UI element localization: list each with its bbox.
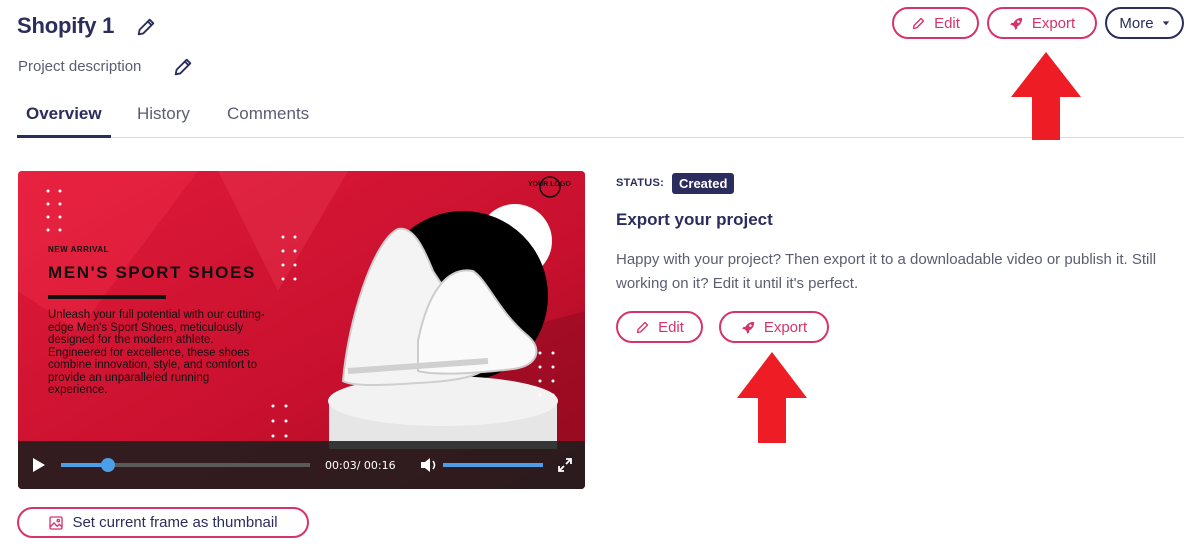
project-description: Project description bbox=[18, 58, 142, 75]
seek-bar[interactable] bbox=[61, 458, 310, 472]
ad-body-text: Unleash your full potential with our cut… bbox=[48, 309, 265, 396]
header-edit-label: Edit bbox=[934, 14, 960, 32]
header-export-label: Export bbox=[1031, 14, 1076, 32]
play-icon[interactable] bbox=[32, 457, 46, 473]
time-display: 00:03/ 00:16 bbox=[325, 459, 396, 472]
ad-divider bbox=[48, 295, 166, 299]
project-title: Shopify 1 bbox=[17, 13, 115, 38]
tab-comments[interactable]: Comments bbox=[227, 104, 309, 138]
rocket-icon bbox=[742, 321, 754, 334]
ad-logo-text: YOUR LOGO bbox=[528, 181, 571, 188]
status-badge: Created bbox=[672, 173, 735, 194]
panel-export-label: Export bbox=[763, 318, 808, 336]
ad-headline: MEN'S SPORT SHOES bbox=[48, 263, 256, 282]
panel-edit-button[interactable]: Edit bbox=[616, 311, 703, 343]
volume-level bbox=[443, 463, 543, 467]
up-arrow bbox=[737, 352, 807, 443]
edit-description-pencil-icon[interactable] bbox=[172, 56, 194, 78]
volume-icon[interactable] bbox=[420, 457, 438, 473]
fullscreen-icon[interactable] bbox=[557, 457, 573, 473]
tab-overview[interactable]: Overview bbox=[17, 104, 111, 138]
rocket-icon bbox=[1010, 17, 1022, 30]
up-arrow bbox=[1011, 52, 1081, 140]
seek-handle[interactable] bbox=[100, 458, 115, 472]
ad-eyebrow: NEW ARRIVAL bbox=[48, 245, 110, 254]
more-dropdown-button[interactable]: More bbox=[1105, 7, 1184, 39]
volume-slider[interactable] bbox=[443, 463, 543, 467]
more-label: More bbox=[1119, 14, 1154, 32]
export-description: Happy with your project? Then export it … bbox=[616, 251, 1157, 292]
header-edit-button[interactable]: Edit bbox=[892, 7, 979, 39]
set-thumbnail-button[interactable]: Set current frame as thumbnail bbox=[17, 507, 309, 538]
image-icon bbox=[49, 515, 64, 530]
header-export-button[interactable]: Export bbox=[987, 7, 1097, 39]
tab-history[interactable]: History bbox=[137, 104, 190, 138]
panel-edit-label: Edit bbox=[658, 318, 684, 336]
set-thumbnail-label: Set current frame as thumbnail bbox=[72, 514, 278, 531]
edit-title-pencil-icon[interactable] bbox=[135, 16, 157, 38]
caret-down-icon bbox=[1162, 21, 1169, 26]
export-heading: Export your project bbox=[616, 210, 773, 229]
status-label: STATUS: bbox=[616, 177, 665, 189]
video-controls: 00:03/ 00:16 bbox=[18, 441, 585, 489]
pencil-icon bbox=[636, 321, 649, 333]
video-player[interactable]: YOUR LOGO NEW ARRIVAL MEN'S SPORT SHOES … bbox=[18, 171, 585, 489]
pencil-icon bbox=[912, 17, 925, 29]
project-tabs: Overview History Comments bbox=[17, 104, 1184, 138]
panel-export-button[interactable]: Export bbox=[719, 311, 829, 343]
